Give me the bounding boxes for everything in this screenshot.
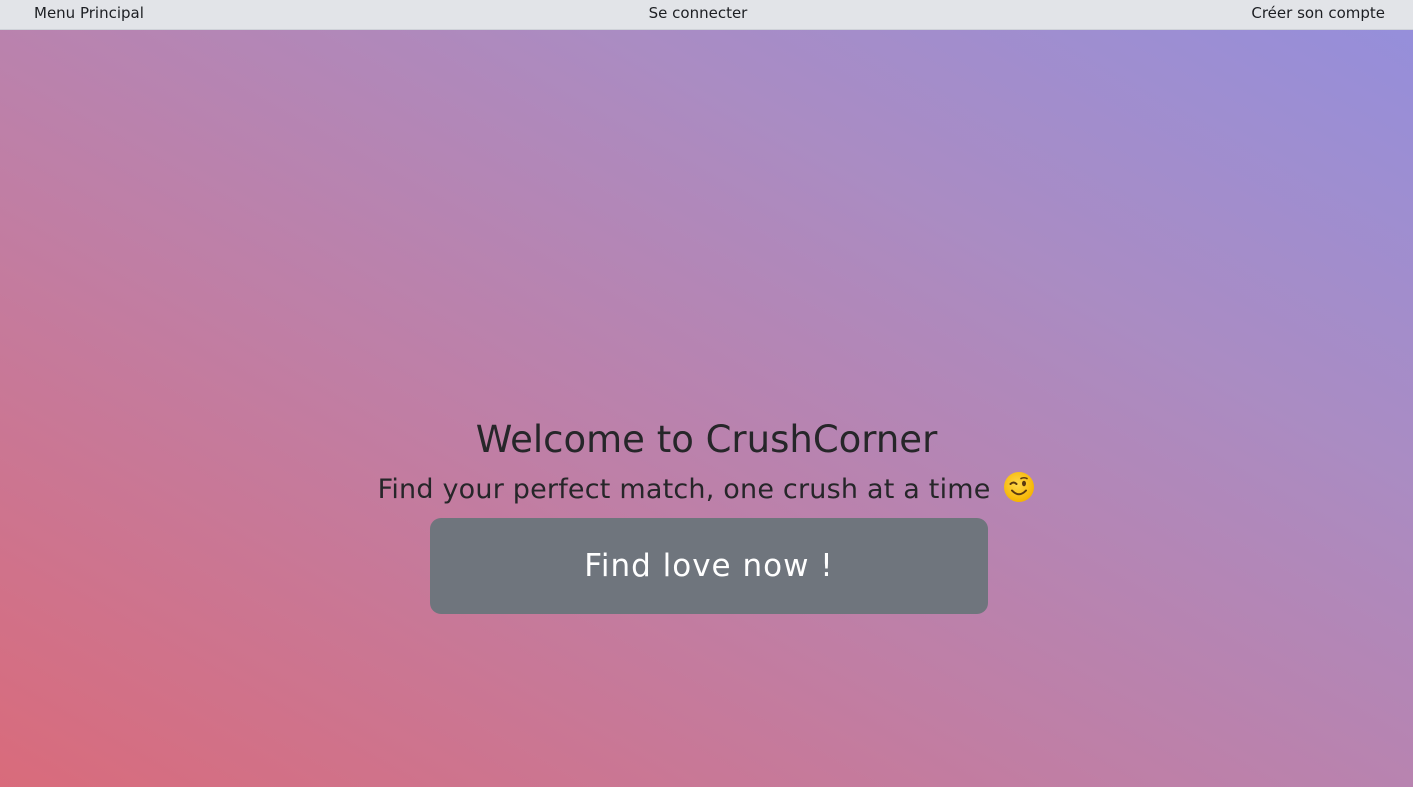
login-link[interactable]: Se connecter: [649, 5, 748, 22]
hero-subtitle-text: Find your perfect match, one crush at a …: [377, 474, 991, 505]
hero-title: Welcome to CrushCorner: [475, 418, 938, 461]
signup-link[interactable]: Créer son compte: [1251, 5, 1385, 22]
menu-principal-link[interactable]: Menu Principal: [34, 5, 144, 22]
hero-section: Welcome to CrushCorner Find your perfect…: [0, 414, 1413, 514]
winking-face-icon: [1003, 471, 1035, 503]
find-love-button[interactable]: Find love now !: [430, 518, 988, 614]
top-navbar: Menu Principal Se connecter Créer son co…: [0, 0, 1413, 30]
hero-subtitle: Find your perfect match, one crush at a …: [0, 466, 1413, 514]
